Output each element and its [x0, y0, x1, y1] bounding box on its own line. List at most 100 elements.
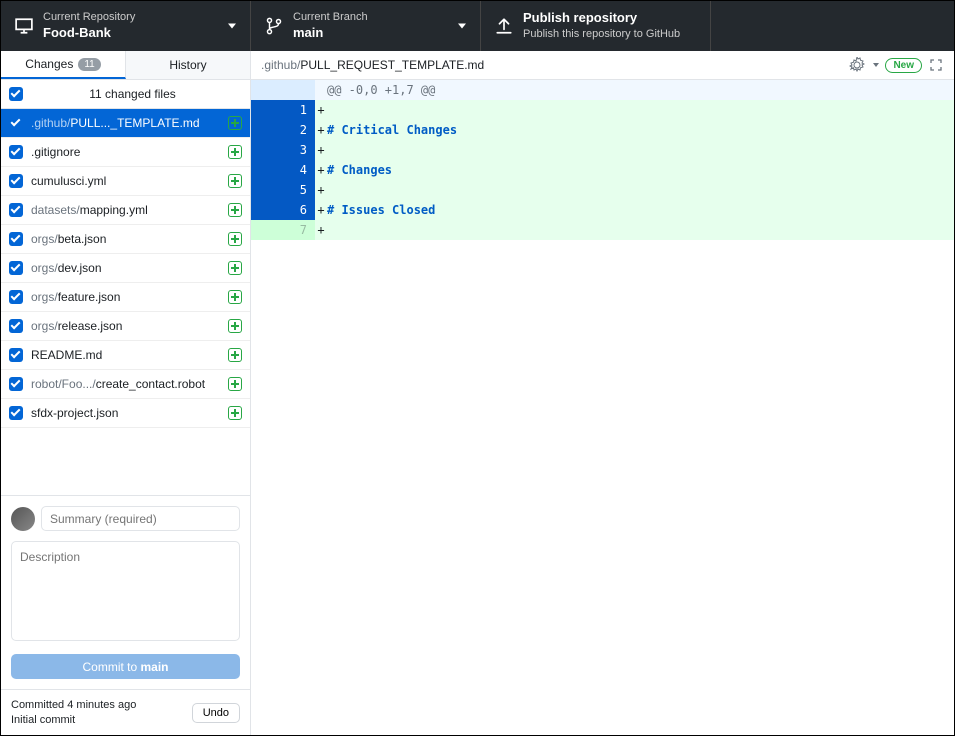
diff-line[interactable]: 7+ — [251, 220, 954, 240]
branch-label: Current Branch — [293, 10, 368, 24]
file-item[interactable]: sfdx-project.json — [1, 399, 250, 428]
tab-history-label: History — [169, 58, 206, 72]
diff-line[interactable]: 2+# Critical Changes — [251, 120, 954, 140]
chevron-down-icon — [228, 24, 236, 29]
branch-value: main — [293, 25, 368, 42]
file-checkbox[interactable] — [9, 290, 23, 304]
diff-line[interactable]: 6+# Issues Closed — [251, 200, 954, 220]
files-header: 11 changed files — [1, 80, 250, 109]
file-name: .gitignore — [31, 145, 228, 159]
diff-path-dir: .github/ — [261, 58, 300, 72]
tab-changes[interactable]: Changes 11 — [1, 51, 126, 79]
diff-line[interactable]: 4+# Changes — [251, 160, 954, 180]
file-checkbox[interactable] — [9, 232, 23, 246]
file-item[interactable]: datasets/mapping.yml — [1, 196, 250, 225]
files-header-text: 11 changed files — [23, 87, 242, 101]
file-name: orgs/release.json — [31, 319, 228, 333]
summary-input[interactable] — [41, 506, 240, 531]
file-item[interactable]: robot/Foo.../create_contact.robot — [1, 370, 250, 399]
toolbar-spacer — [711, 1, 954, 51]
file-name: sfdx-project.json — [31, 406, 228, 420]
file-name: orgs/beta.json — [31, 232, 228, 246]
diff-code — [327, 140, 954, 160]
added-icon — [228, 232, 242, 246]
tab-changes-label: Changes — [25, 57, 73, 71]
file-name: orgs/dev.json — [31, 261, 228, 275]
chevron-down-icon — [458, 24, 466, 29]
avatar — [11, 507, 35, 531]
file-item[interactable]: orgs/release.json — [1, 312, 250, 341]
diff-code — [327, 180, 954, 200]
publish-sublabel: Publish this repository to GitHub — [523, 27, 680, 41]
commit-button-prefix: Commit to — [82, 660, 140, 674]
repo-selector[interactable]: Current Repository Food-Bank — [1, 1, 251, 51]
diff-code: # Changes — [327, 160, 954, 180]
commit-button[interactable]: Commit to main — [11, 654, 240, 679]
added-icon — [228, 348, 242, 362]
file-checkbox[interactable] — [9, 406, 23, 420]
monitor-icon — [15, 17, 33, 35]
diff-code: # Issues Closed — [327, 200, 954, 220]
branch-selector[interactable]: Current Branch main — [251, 1, 481, 51]
chevron-down-icon — [873, 63, 879, 67]
diff-line[interactable]: 5+ — [251, 180, 954, 200]
file-item[interactable]: .github/PULL..._TEMPLATE.md — [1, 109, 250, 138]
added-icon — [228, 406, 242, 420]
diff-line[interactable]: 1+ — [251, 100, 954, 120]
diff-hunk: @@ -0,0 +1,7 @@ — [327, 80, 954, 100]
git-branch-icon — [265, 17, 283, 35]
new-badge: New — [885, 58, 922, 73]
file-item[interactable]: cumulusci.yml — [1, 167, 250, 196]
file-checkbox[interactable] — [9, 203, 23, 217]
added-icon — [228, 116, 242, 130]
undo-line1: Committed 4 minutes ago — [11, 698, 136, 712]
file-checkbox[interactable] — [9, 319, 23, 333]
upload-icon — [495, 17, 513, 35]
file-name: README.md — [31, 348, 228, 362]
added-icon — [228, 145, 242, 159]
file-item[interactable]: README.md — [1, 341, 250, 370]
diff-path-file: PULL_REQUEST_TEMPLATE.md — [300, 58, 484, 72]
file-checkbox[interactable] — [9, 377, 23, 391]
undo-line2: Initial commit — [11, 713, 136, 727]
added-icon — [228, 377, 242, 391]
file-name: datasets/mapping.yml — [31, 203, 228, 217]
file-checkbox[interactable] — [9, 116, 23, 130]
added-icon — [228, 203, 242, 217]
file-item[interactable]: .gitignore — [1, 138, 250, 167]
file-list: .github/PULL..._TEMPLATE.md .gitignore cum… — [1, 109, 250, 495]
publish-button[interactable]: Publish repository Publish this reposito… — [481, 1, 711, 51]
file-item[interactable]: orgs/feature.json — [1, 283, 250, 312]
publish-label: Publish repository — [523, 10, 680, 27]
tab-history[interactable]: History — [126, 51, 250, 79]
added-icon — [228, 174, 242, 188]
added-icon — [228, 261, 242, 275]
file-item[interactable]: orgs/dev.json — [1, 254, 250, 283]
select-all-checkbox[interactable] — [9, 87, 23, 101]
commit-button-branch: main — [141, 660, 169, 674]
file-name: .github/PULL..._TEMPLATE.md — [31, 116, 228, 130]
diff-code: # Critical Changes — [327, 120, 954, 140]
repo-label: Current Repository — [43, 10, 135, 24]
diff-code — [327, 220, 954, 240]
file-checkbox[interactable] — [9, 348, 23, 362]
file-checkbox[interactable] — [9, 174, 23, 188]
added-icon — [228, 290, 242, 304]
diff-path: .github/PULL_REQUEST_TEMPLATE.md — [261, 58, 484, 72]
changes-count-badge: 11 — [78, 58, 100, 71]
diff-body: @@ -0,0 +1,7 @@1+2+# Critical Changes3+4… — [251, 80, 954, 735]
added-icon — [228, 319, 242, 333]
file-item[interactable]: orgs/beta.json — [1, 225, 250, 254]
expand-button[interactable] — [928, 57, 944, 73]
file-name: orgs/feature.json — [31, 290, 228, 304]
diff-line[interactable]: 3+ — [251, 140, 954, 160]
file-checkbox[interactable] — [9, 145, 23, 159]
description-input[interactable] — [11, 541, 240, 641]
file-checkbox[interactable] — [9, 261, 23, 275]
undo-button[interactable]: Undo — [192, 703, 240, 723]
diff-settings-button[interactable] — [849, 56, 867, 74]
file-name: robot/Foo.../create_contact.robot — [31, 377, 228, 391]
expand-icon — [930, 59, 942, 71]
gear-icon — [849, 57, 865, 73]
diff-code — [327, 100, 954, 120]
